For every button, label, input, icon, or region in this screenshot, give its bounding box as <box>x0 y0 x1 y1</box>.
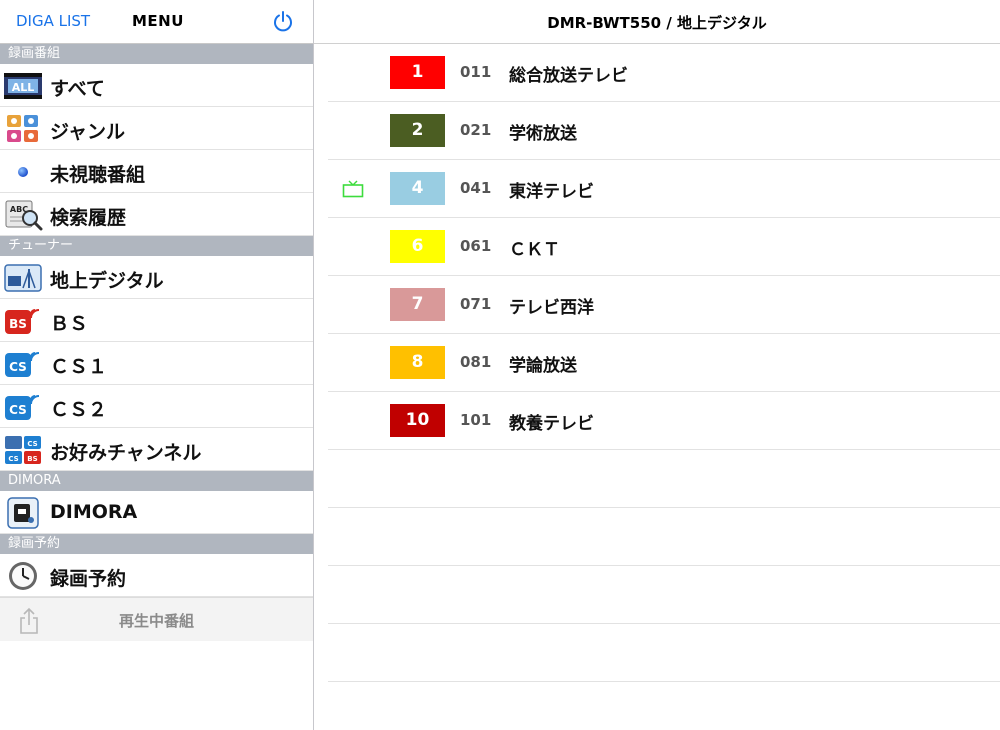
sidebar-item-label: 検索履歴 <box>50 207 127 229</box>
sidebar-item-label: ジャンル <box>50 121 126 143</box>
sidebar: DIGA LIST MENU 録画番組 ALL すべて ジャンル 未視聴番組 A… <box>0 0 313 730</box>
tv-icon <box>342 180 364 198</box>
sidebar-item-label: ＢＳ <box>50 313 89 335</box>
svg-text:BS: BS <box>9 317 27 331</box>
now-playing-bar[interactable]: 再生中番組 <box>0 597 313 641</box>
sidebar-item-search-history[interactable]: ABC 検索履歴 <box>0 193 313 236</box>
diga-list-back-button[interactable]: DIGA LIST <box>16 12 90 30</box>
genre-icon <box>7 115 38 142</box>
terrestrial-icon <box>4 264 42 292</box>
channel-badge: 6 <box>390 230 445 263</box>
channel-name: 学論放送 <box>509 356 577 376</box>
channel-number: 081 <box>460 353 492 371</box>
sidebar-item-cs1[interactable]: CS ＣＳ１ <box>0 342 313 385</box>
clock-icon <box>9 562 37 590</box>
channel-name: テレビ西洋 <box>509 298 594 318</box>
dimora-icon <box>7 497 39 529</box>
sidebar-item-reservation[interactable]: 録画予約 <box>0 554 313 597</box>
channel-badge: 1 <box>390 56 445 89</box>
channel-number: 071 <box>460 295 492 313</box>
sidebar-item-label: すべて <box>50 78 105 100</box>
svg-text:ALL: ALL <box>12 81 35 94</box>
sidebar-item-unwatched[interactable]: 未視聴番組 <box>0 150 313 193</box>
svg-text:CS: CS <box>9 403 27 417</box>
svg-text:CS: CS <box>9 360 27 374</box>
power-icon[interactable] <box>272 10 294 32</box>
channel-row[interactable]: 4 041 東洋テレビ <box>328 160 1000 218</box>
sidebar-item-bs[interactable]: BS ＢＳ <box>0 299 313 342</box>
svg-text:CS: CS <box>8 455 18 463</box>
channel-number: 101 <box>460 411 492 429</box>
channel-name: 総合放送テレビ <box>509 66 628 86</box>
sidebar-item-favorites[interactable]: CS CS BS お好みチャンネル <box>0 428 313 471</box>
now-playing-label: 再生中番組 <box>118 612 194 630</box>
channel-badge: 8 <box>390 346 445 379</box>
blue-dot-icon <box>18 167 28 177</box>
menu-title: MENU <box>132 12 184 30</box>
section-header-dimora: DIMORA <box>0 471 313 491</box>
channel-number: 061 <box>460 237 492 255</box>
channel-badge: 2 <box>390 114 445 147</box>
channel-row[interactable]: 1 011 総合放送テレビ <box>328 44 1000 102</box>
sidebar-item-all[interactable]: ALL すべて <box>0 64 313 107</box>
sidebar-item-label: 地上デジタル <box>50 270 164 292</box>
channel-number: 021 <box>460 121 492 139</box>
sidebar-item-cs2[interactable]: CS ＣＳ２ <box>0 385 313 428</box>
channel-name: 教養テレビ <box>509 414 594 434</box>
channel-badge: 4 <box>390 172 445 205</box>
section-header-recordings: 録画番組 <box>0 44 313 64</box>
empty-row <box>328 566 1000 624</box>
channel-row[interactable]: 2 021 学術放送 <box>328 102 1000 160</box>
sidebar-item-label: 録画予約 <box>50 568 127 590</box>
sidebar-item-dimora[interactable]: DIMORA <box>0 491 313 534</box>
channel-badge: 10 <box>390 404 445 437</box>
section-header-tuner: チューナー <box>0 236 313 256</box>
svg-text:BS: BS <box>27 455 37 463</box>
sidebar-item-label: ＣＳ２ <box>50 399 108 421</box>
section-header-reservation: 録画予約 <box>0 534 313 554</box>
cs-icon: CS <box>5 352 40 377</box>
search-history-icon: ABC <box>5 200 43 231</box>
channel-list-pane: DMR-BWT550 / 地上デジタル 1 011 総合放送テレビ 2 021 学術放送 4… <box>314 0 1000 730</box>
empty-row <box>328 508 1000 566</box>
channel-number: 041 <box>460 179 492 197</box>
main-title: DMR-BWT550 / 地上デジタル <box>314 0 1000 44</box>
channel-list: 1 011 総合放送テレビ 2 021 学術放送 4 041 東洋テレビ 6 061 ＣＫＴ 7 071 テ… <box>314 44 1000 450</box>
channel-name: ＣＫＴ <box>509 240 560 260</box>
sidebar-item-label: DIMORA <box>50 501 138 523</box>
bs-icon: BS <box>5 309 40 334</box>
channel-name: 東洋テレビ <box>509 182 594 202</box>
all-icon: ALL <box>4 73 42 99</box>
svg-text:CS: CS <box>27 440 37 448</box>
empty-row <box>328 624 1000 682</box>
channel-row[interactable]: 10 101 教養テレビ <box>328 392 1000 450</box>
sidebar-item-label: 未視聴番組 <box>50 164 146 186</box>
channel-row[interactable]: 8 081 学論放送 <box>328 334 1000 392</box>
channel-row[interactable]: 7 071 テレビ西洋 <box>328 276 1000 334</box>
sidebar-navbar: DIGA LIST MENU <box>0 0 313 44</box>
sidebar-item-label: ＣＳ１ <box>50 356 108 378</box>
sidebar-item-label: お好みチャンネル <box>50 442 202 464</box>
empty-row <box>328 450 1000 508</box>
sidebar-item-terrestrial[interactable]: 地上デジタル <box>0 256 313 299</box>
channel-number: 011 <box>460 63 492 81</box>
sidebar-item-genre[interactable]: ジャンル <box>0 107 313 150</box>
cs-icon: CS <box>5 395 40 420</box>
favorites-icon: CS CS BS <box>5 436 41 464</box>
channel-badge: 7 <box>390 288 445 321</box>
channel-name: 学術放送 <box>509 124 577 144</box>
channel-row[interactable]: 6 061 ＣＫＴ <box>328 218 1000 276</box>
